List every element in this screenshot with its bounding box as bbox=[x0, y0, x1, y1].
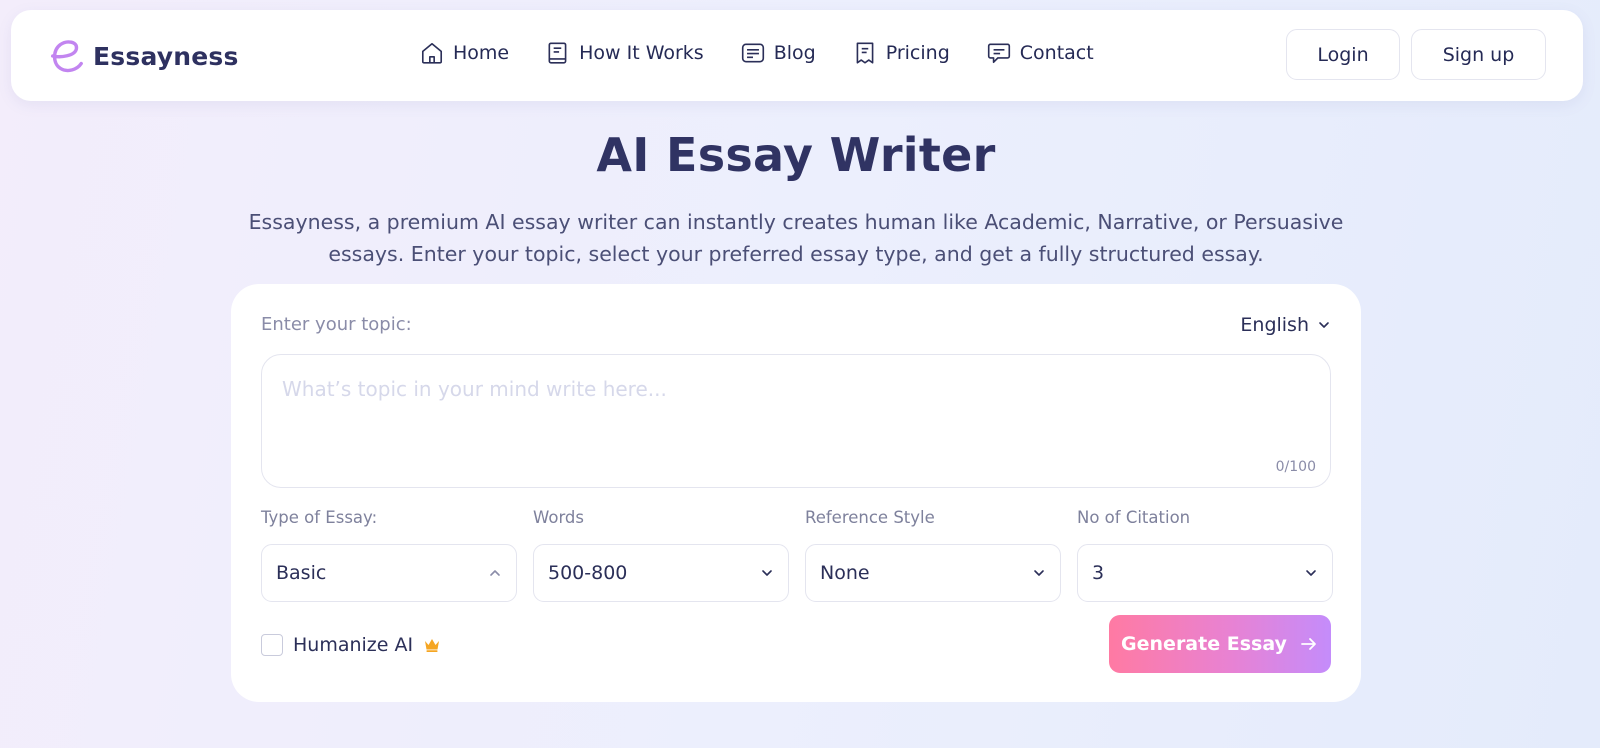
chevron-down-icon bbox=[1306, 570, 1316, 576]
brand-logo[interactable]: Essayness bbox=[47, 36, 239, 76]
reference-style-label: Reference Style bbox=[805, 508, 935, 527]
nav-label-contact: Contact bbox=[1019, 42, 1094, 64]
citation-count-select[interactable]: 3 bbox=[1077, 544, 1333, 602]
essay-type-field: Type of Essay: Basic bbox=[261, 508, 517, 602]
auth-buttons: Login Sign up bbox=[1286, 29, 1546, 80]
page-title: AI Essay Writer bbox=[596, 128, 996, 182]
blog-icon bbox=[741, 43, 764, 63]
language-selector[interactable]: English bbox=[1240, 314, 1331, 336]
topic-input[interactable] bbox=[262, 355, 1330, 487]
essay-type-value: Basic bbox=[276, 562, 327, 584]
reference-style-field: Reference Style None bbox=[805, 508, 1061, 602]
humanize-checkbox[interactable] bbox=[261, 634, 283, 656]
brand-name: Essayness bbox=[93, 41, 239, 71]
logo-icon bbox=[50, 40, 83, 73]
nav-label-pricing: Pricing bbox=[885, 42, 950, 64]
nav-item-how-it-works[interactable]: How It Works bbox=[545, 40, 704, 66]
citation-count-label: No of Citation bbox=[1077, 508, 1191, 527]
generate-essay-button[interactable]: Generate Essay bbox=[1109, 615, 1331, 673]
nav-item-pricing[interactable]: Pricing bbox=[852, 40, 950, 66]
nav-label-how-it-works: How It Works bbox=[579, 42, 704, 64]
chevron-down-icon bbox=[1319, 322, 1329, 328]
chevron-down-icon bbox=[762, 570, 772, 576]
home-icon bbox=[421, 42, 443, 64]
nav-label-blog: Blog bbox=[773, 42, 816, 64]
essay-form-card: Enter your topic: English 0/100 Type of … bbox=[231, 284, 1361, 702]
top-navbar: Essayness Home How It Works Blog Pricing… bbox=[11, 10, 1583, 101]
words-select[interactable]: 500-800 bbox=[533, 544, 789, 602]
language-value: English bbox=[1240, 314, 1309, 336]
crown-icon bbox=[425, 639, 440, 652]
signup-button[interactable]: Sign up bbox=[1411, 29, 1546, 80]
page-description: Essayness, a premium AI essay writer can… bbox=[248, 210, 1344, 266]
book-icon bbox=[548, 42, 567, 64]
main-nav: Home How It Works Blog Pricing Contact bbox=[419, 40, 1130, 66]
nav-item-contact[interactable]: Contact bbox=[986, 40, 1094, 66]
words-value: 500-800 bbox=[548, 562, 628, 584]
reference-style-value: None bbox=[820, 562, 870, 584]
chevron-down-icon bbox=[1034, 570, 1044, 576]
generate-essay-label: Generate Essay bbox=[1121, 633, 1287, 655]
topic-box: 0/100 bbox=[261, 354, 1331, 488]
chat-icon bbox=[987, 43, 1010, 64]
chevron-up-icon bbox=[490, 570, 500, 576]
humanize-label: Humanize AI bbox=[293, 634, 414, 656]
arrow-right-icon bbox=[1301, 638, 1316, 650]
nav-item-home[interactable]: Home bbox=[419, 40, 509, 66]
login-button[interactable]: Login bbox=[1286, 29, 1400, 80]
essay-type-select[interactable]: Basic bbox=[261, 544, 517, 602]
words-field: Words 500-800 bbox=[533, 508, 789, 602]
words-label: Words bbox=[533, 508, 585, 527]
humanize-toggle[interactable]: Humanize AI bbox=[261, 634, 441, 656]
price-tag-icon bbox=[856, 42, 874, 64]
nav-item-blog[interactable]: Blog bbox=[740, 40, 816, 66]
citation-count-value: 3 bbox=[1092, 562, 1105, 584]
essay-type-label: Type of Essay: bbox=[261, 508, 378, 527]
reference-style-select[interactable]: None bbox=[805, 544, 1061, 602]
nav-label-home: Home bbox=[453, 42, 510, 64]
citation-count-field: No of Citation 3 bbox=[1077, 508, 1333, 602]
character-counter: 0/100 bbox=[1275, 459, 1316, 475]
topic-label: Enter your topic: bbox=[261, 314, 412, 335]
